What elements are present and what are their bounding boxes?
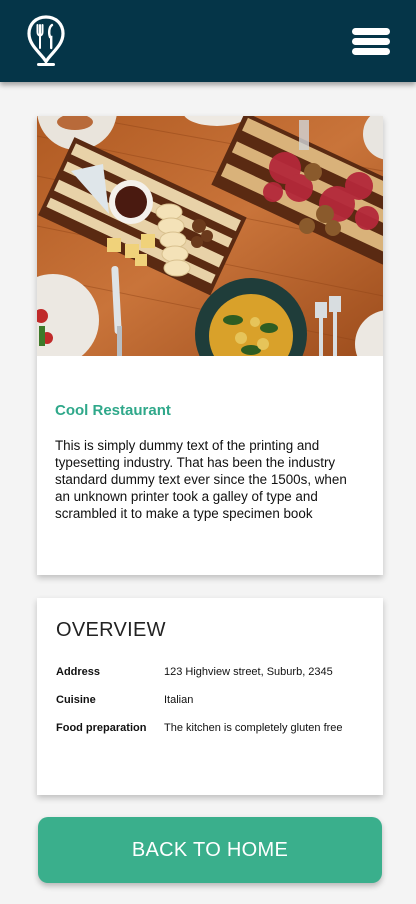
food-platter-photo bbox=[37, 116, 383, 356]
food-preparation-value: The kitchen is completely gluten free bbox=[164, 722, 343, 734]
hamburger-menu-icon[interactable] bbox=[352, 26, 392, 58]
restaurant-card: Cool Restaurant This is simply dummy tex… bbox=[37, 116, 383, 575]
overview-card: OVERVIEW Address 123 Highview street, Su… bbox=[37, 598, 383, 795]
back-to-home-button[interactable]: BACK TO HOME bbox=[38, 817, 382, 883]
food-preparation-label: Food preparation bbox=[56, 722, 147, 734]
menu-bar bbox=[352, 28, 390, 35]
cuisine-label: Cuisine bbox=[56, 694, 96, 706]
restaurant-name: Cool Restaurant bbox=[55, 402, 171, 419]
app-header bbox=[0, 0, 416, 82]
address-value: 123 Highview street, Suburb, 2345 bbox=[164, 666, 333, 678]
address-label: Address bbox=[56, 666, 101, 678]
restaurant-description: This is simply dummy text of the printin… bbox=[55, 438, 347, 521]
cuisine-value: Italian bbox=[164, 694, 194, 706]
fork-knife-pin-icon[interactable] bbox=[26, 15, 66, 67]
menu-bar bbox=[352, 48, 390, 55]
menu-bar bbox=[352, 38, 390, 45]
overview-title: OVERVIEW bbox=[56, 619, 166, 641]
